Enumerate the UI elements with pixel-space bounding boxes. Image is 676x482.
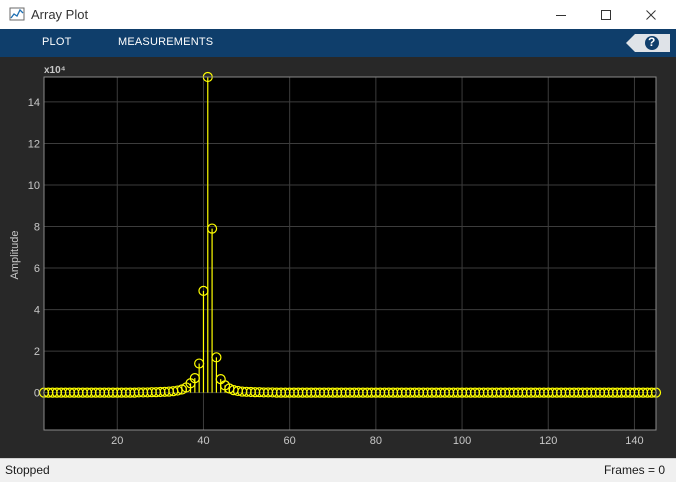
x-tick-label: 140 (625, 435, 643, 447)
minimize-icon (556, 14, 566, 16)
plot-area: 20 40 60 80 100 120 140 0 2 4 6 8 10 12 14 x10⁴ Amplit… (0, 57, 676, 458)
y-tick-label: 6 (34, 263, 40, 275)
minimize-button[interactable] (538, 0, 584, 29)
title-bar: Array Plot (0, 0, 676, 30)
status-bar: Stopped Frames = 0 (0, 458, 676, 482)
window-title: Array Plot (31, 7, 89, 22)
y-exponent-label: x10⁴ (44, 65, 66, 76)
matlab-array-plot-icon (9, 7, 25, 21)
y-tick-label: 14 (28, 97, 40, 109)
y-tick-label: 8 (34, 222, 40, 234)
y-tick-label: 4 (34, 305, 40, 317)
close-icon (646, 9, 656, 20)
y-axis-label: Amplitude (9, 231, 21, 280)
x-tick-label: 20 (111, 435, 123, 447)
tab-plot[interactable]: PLOT (42, 36, 72, 48)
status-text: Stopped (5, 463, 50, 477)
maximize-icon (601, 9, 611, 20)
help-button[interactable]: ? (626, 33, 670, 53)
toolstrip: PLOT MEASUREMENTS ? (0, 29, 676, 57)
x-tick-label: 120 (539, 435, 557, 447)
y-tick-label: 10 (28, 180, 40, 192)
y-tick-label: 2 (34, 346, 40, 358)
frames-counter: Frames = 0 (603, 463, 665, 477)
maximize-button[interactable] (583, 0, 629, 29)
array-plot-chart[interactable]: 20 40 60 80 100 120 140 0 2 4 6 8 10 12 14 x10⁴ Amplit… (0, 57, 676, 458)
x-tick-label: 60 (284, 435, 296, 447)
y-tick-label: 12 (28, 138, 40, 150)
y-tick-label: 0 (34, 388, 40, 400)
close-button[interactable] (628, 0, 674, 29)
plot-axes-background (44, 77, 656, 430)
x-tick-label: 100 (453, 435, 471, 447)
x-tick-label: 40 (197, 435, 209, 447)
tab-measurements[interactable]: MEASUREMENTS (118, 36, 213, 48)
x-tick-label: 80 (370, 435, 382, 447)
help-label: ? (648, 35, 656, 49)
